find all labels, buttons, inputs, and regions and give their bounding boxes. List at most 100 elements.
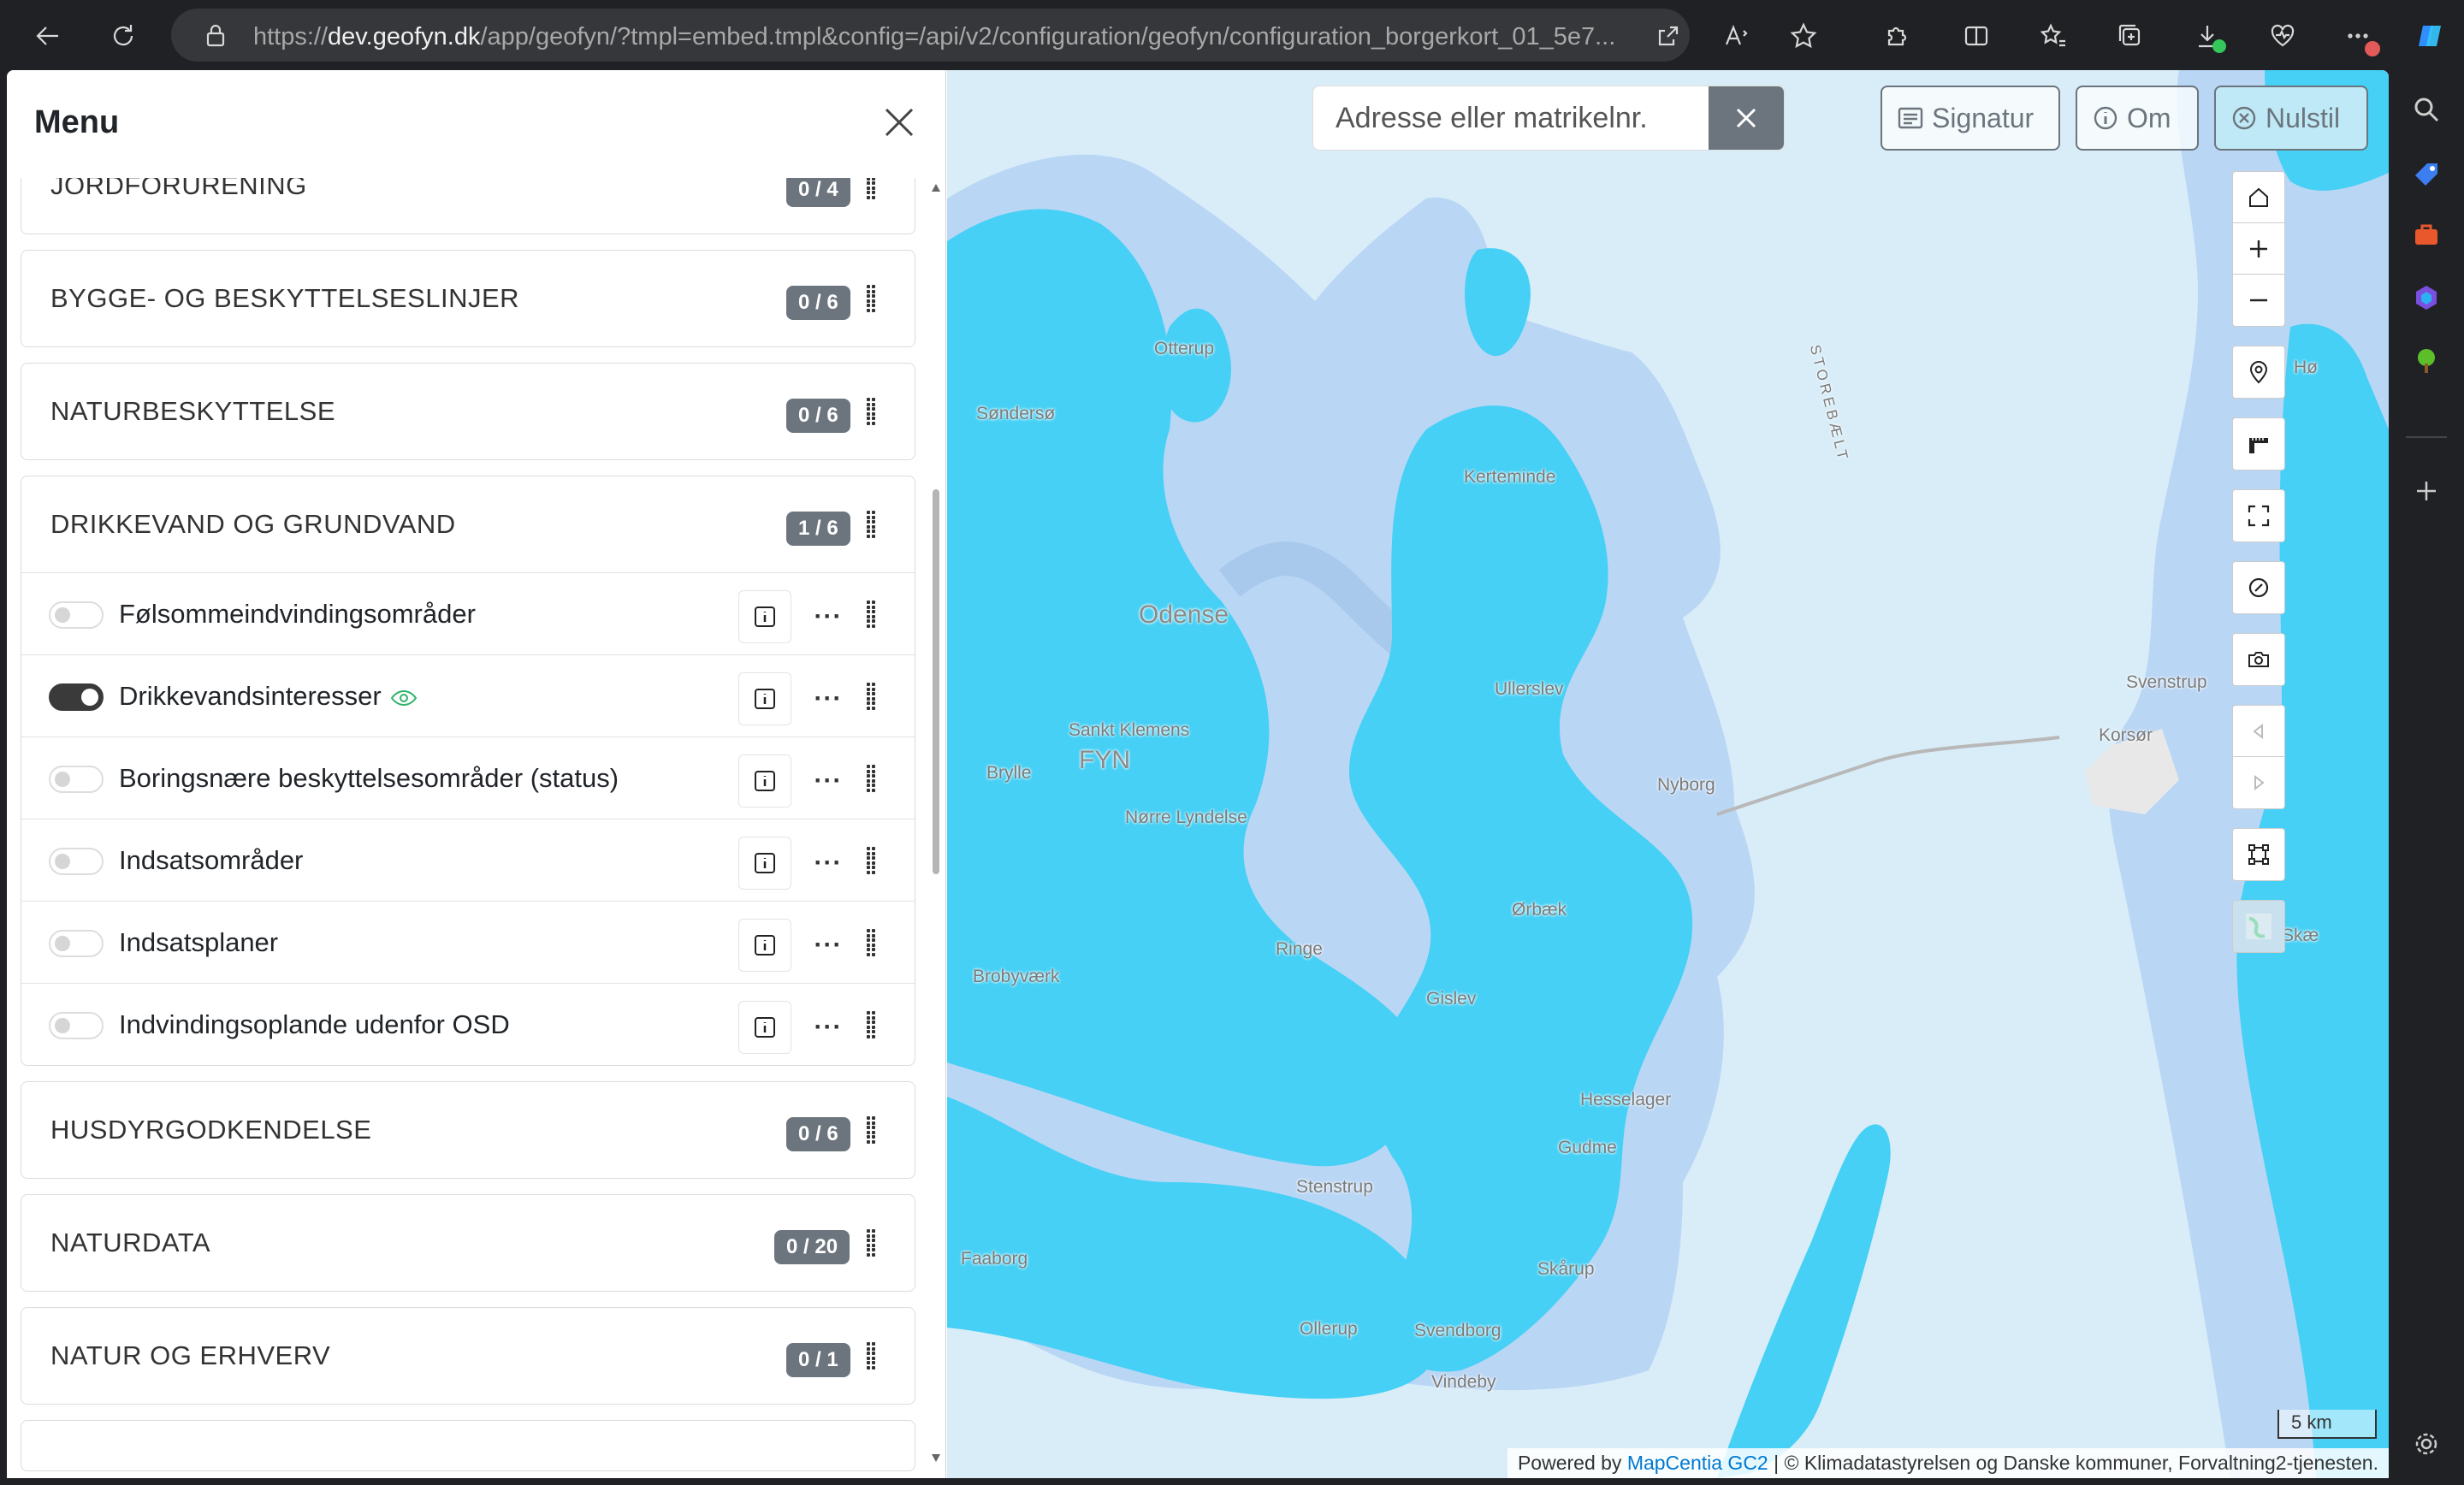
- map-canvas[interactable]: Otterup Søndersø Kerteminde Odense Uller…: [947, 70, 2389, 1478]
- layer-group-husdyrgodkendelse[interactable]: HUSDYRGODKENDELSE 0 / 6: [21, 1081, 915, 1179]
- layer-group-jordforurening[interactable]: JORDFORURENING 0 / 4: [21, 178, 915, 234]
- place-label: Brobyværk: [973, 967, 1060, 986]
- search-clear-button[interactable]: [1709, 86, 1784, 150]
- camera-icon: [2248, 652, 2269, 667]
- lock-icon[interactable]: [192, 11, 240, 59]
- back-icon[interactable]: [24, 12, 72, 60]
- layer-toggle[interactable]: [49, 848, 104, 875]
- tree-icon[interactable]: [2408, 342, 2445, 380]
- om-button[interactable]: Om: [2076, 86, 2199, 151]
- zoom-out-button[interactable]: [2232, 274, 2285, 327]
- layer-more-button[interactable]: ···: [802, 754, 855, 808]
- layer-row[interactable]: Følsommeindvindingsområder ···: [21, 572, 915, 654]
- layer-toggle[interactable]: [49, 930, 104, 957]
- layer-toggle[interactable]: [49, 1012, 104, 1039]
- layer-more-button[interactable]: ···: [802, 919, 855, 972]
- search-icon[interactable]: [2408, 91, 2445, 128]
- layer-more-button[interactable]: ···: [802, 590, 855, 643]
- sidebar-divider: [2406, 436, 2447, 438]
- layer-group-next[interactable]: [21, 1420, 915, 1471]
- fullscreen-button[interactable]: [2232, 489, 2285, 542]
- bounding-box-icon: [2248, 844, 2269, 865]
- layer-row[interactable]: Boringsnære beskyttelsesområder (status)…: [21, 737, 915, 819]
- drag-handle-icon[interactable]: [867, 1116, 879, 1144]
- open-in-app-icon[interactable]: [1644, 12, 1692, 60]
- layer-group-naturbeskyttelse[interactable]: NATURBESKYTTELSE 0 / 6: [21, 363, 915, 460]
- tools-icon[interactable]: [2408, 216, 2445, 253]
- extensions-icon[interactable]: [1872, 12, 1920, 60]
- clear-button[interactable]: [2232, 561, 2285, 614]
- sidebar-settings-icon[interactable]: [2408, 1425, 2445, 1463]
- layer-row[interactable]: Indvindingsoplande udenfor OSD ···: [21, 983, 915, 1065]
- layer-group-drikkevand-og-grundvand[interactable]: DRIKKEVAND OG GRUNDVAND 1 / 6 Følsommein…: [21, 476, 915, 1066]
- browser-essentials-icon[interactable]: [2259, 12, 2307, 60]
- collections-icon[interactable]: [2106, 12, 2154, 60]
- next-extent-button[interactable]: [2232, 756, 2285, 809]
- drag-handle-icon[interactable]: [867, 601, 879, 628]
- drag-handle-icon[interactable]: [867, 765, 879, 792]
- layer-group-natur-og-erhverv[interactable]: NATUR OG ERHVERV 0 / 1: [21, 1307, 915, 1405]
- layer-row[interactable]: Drikkevandsinteresser ···: [21, 654, 915, 737]
- select-area-button[interactable]: [2232, 828, 2285, 881]
- settings-more-icon[interactable]: [2334, 12, 2382, 60]
- layer-group-naturdata[interactable]: NATURDATA 0 / 20: [21, 1194, 915, 1292]
- group-name: JORDFORURENING: [50, 178, 307, 200]
- menu-scrollbar[interactable]: [931, 181, 941, 1464]
- reload-icon[interactable]: [99, 12, 147, 60]
- layer-more-button[interactable]: ···: [802, 837, 855, 890]
- drag-handle-icon[interactable]: [867, 683, 879, 710]
- layer-group-bygge-og-beskyttelseslinjer[interactable]: BYGGE- OG BESKYTTELSESLINJER 0 / 6: [21, 250, 915, 347]
- address-search-input[interactable]: [1315, 88, 1705, 148]
- previous-extent-button[interactable]: [2232, 705, 2285, 758]
- layer-info-button[interactable]: [738, 672, 791, 725]
- copilot-icon[interactable]: [2406, 12, 2454, 60]
- drag-handle-icon[interactable]: [867, 285, 879, 312]
- locate-button[interactable]: [2232, 346, 2285, 399]
- office-icon[interactable]: [2408, 279, 2445, 317]
- screenshot-button[interactable]: [2232, 633, 2285, 686]
- drag-handle-icon[interactable]: [867, 1011, 879, 1038]
- nulstil-button[interactable]: Nulstil: [2214, 86, 2368, 151]
- favorites-icon[interactable]: [2029, 12, 2077, 60]
- browser-toolbar: https://dev.geofyn.dk/app/geofyn/?tmpl=e…: [0, 0, 2464, 70]
- layer-toggle[interactable]: [49, 683, 104, 711]
- layer-info-button[interactable]: [738, 837, 791, 890]
- layer-info-button[interactable]: [738, 1001, 791, 1054]
- downloads-icon[interactable]: [2183, 12, 2231, 60]
- drag-handle-icon[interactable]: [867, 1342, 879, 1370]
- close-icon[interactable]: [880, 103, 919, 142]
- address-bar[interactable]: https://dev.geofyn.dk/app/geofyn/?tmpl=e…: [171, 9, 1690, 62]
- add-icon[interactable]: [2408, 472, 2445, 510]
- scroll-thumb[interactable]: [933, 489, 939, 874]
- layer-info-button[interactable]: [738, 919, 791, 972]
- favorite-star-icon[interactable]: [1780, 12, 1827, 60]
- scroll-up-icon[interactable]: [931, 181, 941, 193]
- layer-more-button[interactable]: ···: [802, 672, 855, 725]
- drag-handle-icon[interactable]: [867, 511, 879, 538]
- split-screen-icon[interactable]: [1952, 12, 2000, 60]
- layer-toggle[interactable]: [49, 766, 104, 793]
- signatur-button[interactable]: Signatur: [1881, 86, 2060, 151]
- measure-button[interactable]: [2232, 417, 2285, 470]
- layer-toggle[interactable]: [49, 601, 104, 629]
- reset-circle-icon: [2232, 106, 2256, 130]
- drag-handle-icon[interactable]: [867, 847, 879, 874]
- layer-info-button[interactable]: [738, 754, 791, 808]
- read-aloud-icon[interactable]: [1713, 12, 1761, 60]
- zoom-in-button[interactable]: [2232, 222, 2285, 275]
- place-label: Nyborg: [1657, 775, 1715, 795]
- shopping-tag-icon[interactable]: [2408, 156, 2445, 193]
- home-button[interactable]: [2232, 171, 2285, 224]
- drag-handle-icon[interactable]: [867, 178, 879, 199]
- scroll-down-icon[interactable]: [931, 1452, 941, 1464]
- drag-handle-icon[interactable]: [867, 1229, 879, 1257]
- layer-info-button[interactable]: [738, 590, 791, 643]
- drag-handle-icon[interactable]: [867, 398, 879, 425]
- attribution-link[interactable]: MapCentia GC2: [1627, 1452, 1768, 1474]
- layer-row[interactable]: Indsatsplaner ···: [21, 901, 915, 983]
- layer-more-button[interactable]: ···: [802, 1001, 855, 1054]
- baselayer-switch-button[interactable]: [2232, 900, 2285, 953]
- drag-handle-icon[interactable]: [867, 929, 879, 956]
- triangle-left-icon: [2253, 723, 2263, 740]
- layer-row[interactable]: Indsatsområder ···: [21, 819, 915, 901]
